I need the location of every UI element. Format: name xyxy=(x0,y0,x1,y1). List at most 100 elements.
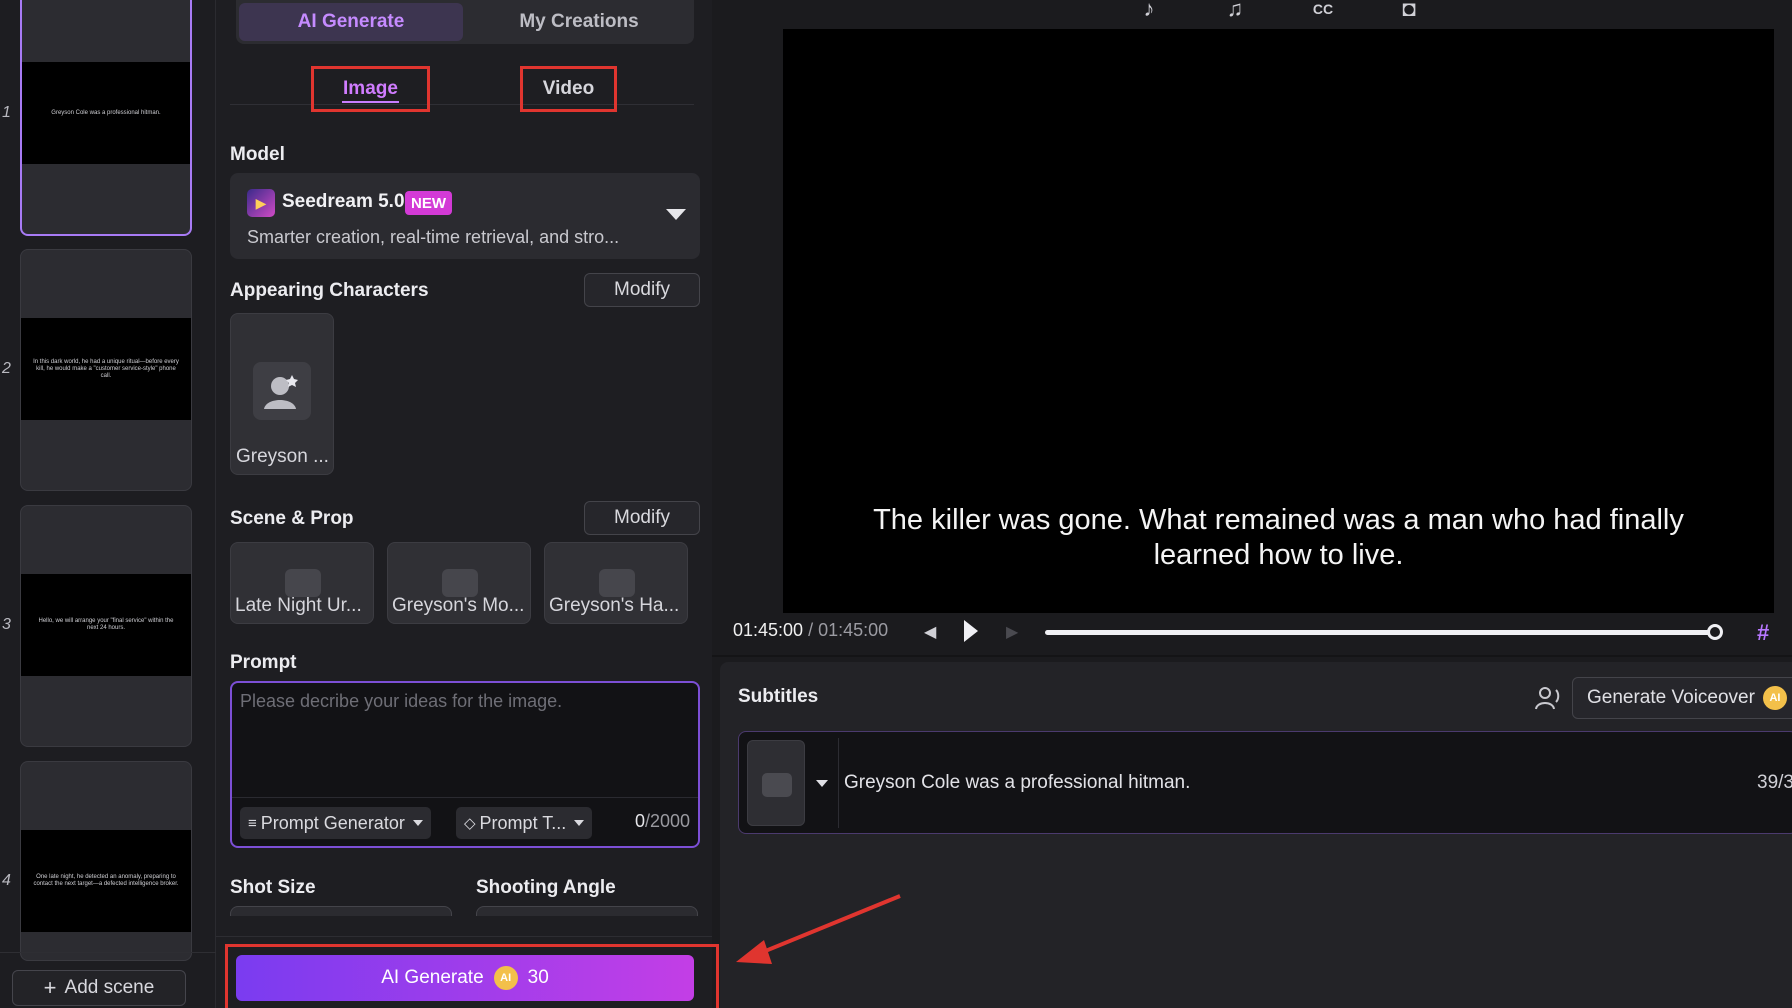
model-section-label: Model xyxy=(230,144,285,165)
prop-label: Late Night Ur... xyxy=(235,595,362,616)
tab-my-creations[interactable]: My Creations xyxy=(467,3,691,41)
prop-card[interactable]: Greyson's Mo... xyxy=(387,542,531,624)
characters-section-label: Appearing Characters xyxy=(230,280,429,301)
prompt-box: ≡ Prompt Generator ◇ Prompt T... 0/2000 xyxy=(230,681,700,848)
image-placeholder-icon xyxy=(442,569,478,597)
scene-caption: Greyson Cole was a professional hitman. xyxy=(51,109,161,116)
char-count-current: 0 xyxy=(634,811,645,831)
tab-image[interactable]: Image xyxy=(311,66,430,112)
tag-icon: ◇ xyxy=(464,815,476,832)
shooting-angle-select[interactable] xyxy=(476,906,698,916)
generate-voiceover-button[interactable]: Generate Voiceover AI xyxy=(1572,677,1792,719)
character-card[interactable]: Greyson ... xyxy=(230,313,334,475)
tabs-divider xyxy=(230,104,694,105)
person-icon xyxy=(253,362,311,420)
subtitle-thumbnail[interactable] xyxy=(747,740,805,826)
captions-icon[interactable]: CC xyxy=(1308,0,1338,18)
time-display: 01:45:00 / 01:45:00 xyxy=(733,620,888,641)
model-description: Smarter creation, real-time retrieval, a… xyxy=(247,227,620,247)
modify-characters-button[interactable]: Modify xyxy=(584,273,700,307)
image-placeholder-icon xyxy=(762,773,792,797)
previous-icon[interactable]: ◀ xyxy=(924,622,944,642)
character-name: Greyson ... xyxy=(236,446,329,467)
prop-card[interactable]: Late Night Ur... xyxy=(230,542,374,624)
scene-caption: In this dark world, he had a unique ritu… xyxy=(33,358,179,379)
scene-caption: One late night, he detected an anomaly, … xyxy=(33,874,179,887)
shot-size-select[interactable] xyxy=(230,906,452,916)
camera-icon[interactable]: ◘ xyxy=(1394,0,1424,21)
progress-track[interactable] xyxy=(1045,630,1715,635)
scene-strip: 1 Greyson Cole was a professional hitman… xyxy=(0,0,216,1008)
add-scene-button[interactable]: + Add scene xyxy=(12,970,186,1006)
tab-video-label: Video xyxy=(542,78,595,99)
scene-card-1[interactable]: Greyson Cole was a professional hitman. xyxy=(20,0,192,236)
ai-generate-button[interactable]: AI Generate AI 30 xyxy=(236,955,694,1001)
prompt-toolbar-divider xyxy=(232,797,698,798)
model-logo-icon: ▶ xyxy=(247,189,275,217)
scene-card-4[interactable]: One late night, he detected an anomaly, … xyxy=(20,761,192,961)
add-scene-label: Add scene xyxy=(64,977,155,998)
generate-cost: 30 xyxy=(527,967,549,988)
video-frame[interactable]: The killer was gone. What remained was a… xyxy=(783,29,1774,613)
model-name: Seedream 5.0 xyxy=(282,191,405,212)
scene-number: 4 xyxy=(2,872,11,889)
tab-image-label: Image xyxy=(343,78,398,99)
shot-size-label: Shot Size xyxy=(230,877,316,898)
chevron-down-icon xyxy=(666,209,686,220)
subtitle-separator xyxy=(838,738,839,828)
tab-ai-generate[interactable]: AI Generate xyxy=(239,3,463,41)
annotation-arrow xyxy=(736,894,901,964)
progress-knob[interactable] xyxy=(1707,624,1723,640)
tab-active-underline xyxy=(342,101,399,103)
caret-down-icon xyxy=(412,820,423,826)
scene-frame: Greyson Cole was a professional hitman. xyxy=(22,62,190,164)
generate-label: AI Generate xyxy=(381,967,484,988)
grid-icon[interactable]: # xyxy=(1757,620,1781,645)
prompt-generator-icon: ≡ xyxy=(248,814,257,832)
prompt-section-label: Prompt xyxy=(230,652,297,673)
shooting-angle-label: Shooting Angle xyxy=(476,877,616,898)
prompt-generator-label: Prompt Generator xyxy=(260,812,405,833)
prompt-char-counter: 0/2000 xyxy=(635,811,690,832)
subtitle-row[interactable]: Greyson Cole was a professional hitman. … xyxy=(738,731,1792,834)
next-icon[interactable]: ▶ xyxy=(1006,622,1018,642)
scene-number: 1 xyxy=(2,104,11,121)
caret-down-icon xyxy=(574,820,585,826)
new-badge: NEW xyxy=(405,191,452,215)
current-time: 01:45:00 xyxy=(733,620,804,640)
duration: / 01:45:00 xyxy=(808,620,889,640)
prompt-input[interactable] xyxy=(240,691,690,791)
prop-label: Greyson's Mo... xyxy=(392,595,525,616)
voice-icon[interactable]: ♪ xyxy=(1134,0,1164,21)
prop-card[interactable]: Greyson's Ha... xyxy=(544,542,688,624)
scene-number: 2 xyxy=(2,360,11,377)
voiceover-label: Generate Voiceover xyxy=(1587,687,1755,708)
image-placeholder-icon xyxy=(599,569,635,597)
scene-frame: In this dark world, he had a unique ritu… xyxy=(21,318,191,420)
char-count-max: /2000 xyxy=(644,811,690,831)
model-select[interactable]: ▶ Seedream 5.0 NEW Smarter creation, rea… xyxy=(230,173,700,259)
subtitle-char-count: 39/3 xyxy=(1757,772,1792,793)
video-subtitle: The killer was gone. What remained was a… xyxy=(873,504,1684,571)
prompt-generator-button[interactable]: ≡ Prompt Generator xyxy=(240,807,431,839)
scene-caption: Hello, we will arrange your "final servi… xyxy=(38,618,174,631)
music-icon[interactable]: ♫ xyxy=(1220,0,1250,21)
modify-scene-prop-button[interactable]: Modify xyxy=(584,501,700,535)
scene-number: 3 xyxy=(2,616,11,633)
prop-label: Greyson's Ha... xyxy=(549,595,680,616)
mode-switch: AI Generate My Creations xyxy=(236,0,694,44)
voice-settings-icon[interactable] xyxy=(1534,684,1562,712)
scene-prop-section-label: Scene & Prop xyxy=(230,508,354,529)
scene-frame: Hello, we will arrange your "final servi… xyxy=(21,574,191,676)
subtitle-text[interactable]: Greyson Cole was a professional hitman. xyxy=(844,772,1190,794)
ai-coin-icon: AI xyxy=(493,966,518,990)
prompt-template-label: Prompt T... xyxy=(479,812,567,833)
caret-down-icon[interactable] xyxy=(816,780,828,787)
footer-divider xyxy=(216,936,712,937)
tab-video[interactable]: Video xyxy=(520,66,617,112)
scene-card-2[interactable]: In this dark world, he had a unique ritu… xyxy=(20,249,192,491)
preview-divider xyxy=(712,655,1792,657)
scene-card-3[interactable]: Hello, we will arrange your "final servi… xyxy=(20,505,192,747)
play-icon[interactable] xyxy=(964,620,978,642)
prompt-template-button[interactable]: ◇ Prompt T... xyxy=(456,807,593,839)
